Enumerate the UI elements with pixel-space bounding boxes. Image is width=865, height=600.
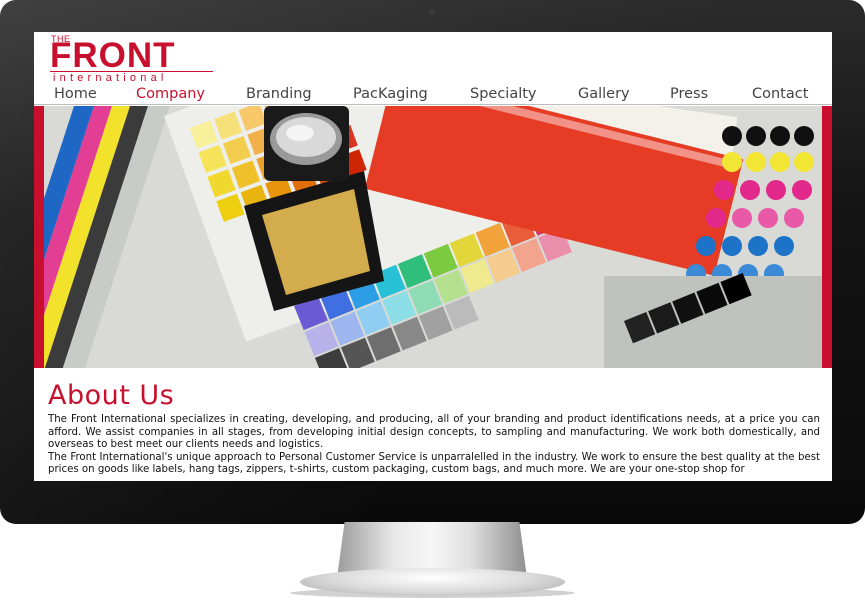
webcam-icon: [429, 9, 435, 15]
hero-image: [44, 106, 822, 368]
nav-gallery[interactable]: Gallery: [578, 84, 630, 106]
website-screen: THE FRONT international Home Company Bra…: [34, 32, 832, 481]
logo-international-text: international: [53, 72, 168, 84]
about-paragraph-1: The Front International specializes in c…: [48, 414, 820, 451]
logo-front-text: FRONT: [50, 36, 176, 75]
nav-divider: [34, 104, 832, 105]
nav-company[interactable]: Company: [134, 84, 207, 108]
nav-specialty[interactable]: Specialty: [470, 84, 537, 106]
about-paragraph-2: The Front International's unique approac…: [48, 451, 820, 476]
nav-home[interactable]: Home: [54, 84, 97, 106]
nav-packaging[interactable]: PacKaging: [353, 84, 428, 106]
nav-contact[interactable]: Contact: [752, 84, 808, 106]
site-logo[interactable]: THE FRONT international: [50, 34, 220, 84]
nav-branding[interactable]: Branding: [246, 84, 312, 106]
monitor-stand-base: [300, 568, 565, 596]
about-heading: About Us: [48, 380, 175, 411]
nav-press[interactable]: Press: [670, 84, 708, 106]
main-navigation: Home Company Branding PacKaging Specialt…: [34, 84, 832, 108]
about-section: About Us The Front International special…: [48, 380, 820, 477]
hero-banner: [34, 106, 832, 368]
